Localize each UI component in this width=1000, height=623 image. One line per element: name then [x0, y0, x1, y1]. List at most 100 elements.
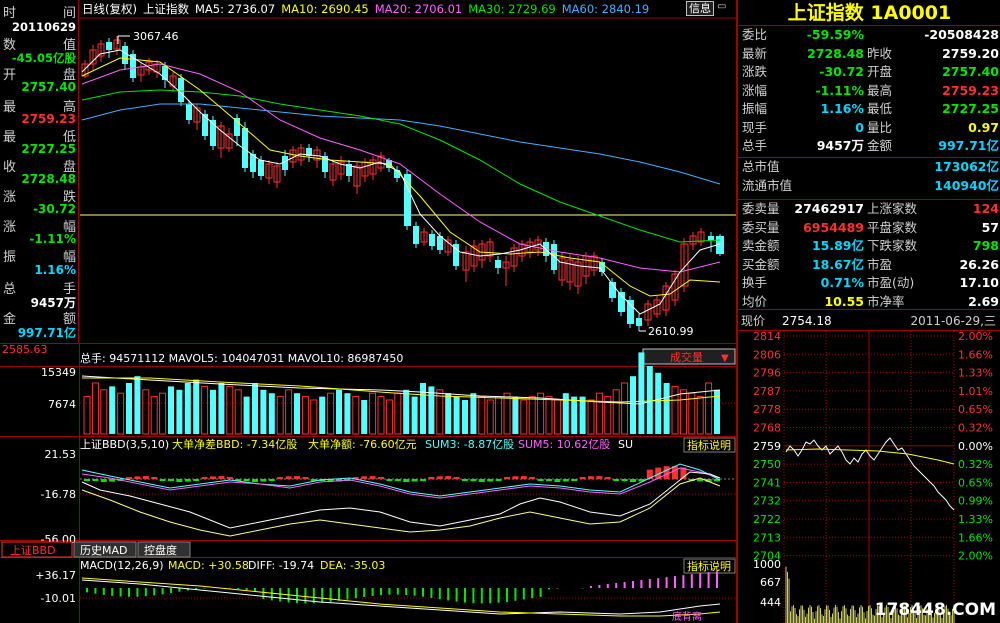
intraday-pct-tick: 1.66%: [958, 531, 993, 544]
intraday-pct-tick: 2.00%: [958, 330, 993, 343]
volume-bar: [176, 389, 183, 434]
candle: [122, 42, 128, 70]
intraday-price-tick: 2732: [753, 495, 781, 508]
volume-bar: [394, 392, 402, 435]
intraday-date: 2011-06-29,三: [910, 314, 996, 328]
quote-label: 总手: [742, 138, 768, 153]
bbd-bar: [672, 466, 678, 479]
intraday-price-tick: 2778: [753, 403, 781, 416]
macd-tick-high: +36.17: [35, 569, 76, 582]
quote-value: 173062亿: [934, 159, 999, 174]
candle: [137, 62, 145, 82]
bbd-bar: [411, 479, 418, 482]
candle: [453, 240, 459, 270]
volume-bar: [679, 389, 687, 435]
volume-bar: [134, 376, 141, 434]
volume-bar: [142, 389, 150, 435]
bbd-bar: [403, 479, 410, 482]
bbd-su: SU: [618, 438, 633, 451]
chart-area[interactable]: 3067.46 2610.99 2585.63 总手: 94571112 MAV…: [0, 0, 737, 623]
bbd-bar: [445, 476, 452, 479]
quote-label: 上涨家数: [867, 201, 918, 216]
bbd-bar: [386, 479, 393, 481]
candle: [502, 256, 510, 286]
quote-value: -30.72: [819, 64, 864, 79]
volume-bar: [327, 392, 335, 435]
high-marker-label: 3067.46: [133, 30, 179, 43]
volume-axis-top: 2585.63: [2, 343, 48, 356]
bbd-caption: 上证BBD(3,5,10) 大单净差BBD: -7.34亿股 大单净额: -76…: [80, 437, 633, 451]
volume-bar: [528, 396, 536, 435]
candle: [662, 282, 670, 316]
bbd-bar: [512, 476, 519, 479]
indicator-tabs: 上证BBD 历史MAD 控盘度: [1, 541, 191, 558]
quote-value: 2759.20: [942, 45, 999, 61]
volume-bar: [369, 392, 377, 435]
volume-bar: [126, 383, 132, 434]
bbd-bar: [193, 479, 200, 481]
volume-bar: [453, 396, 460, 434]
bbd-bar: [478, 479, 485, 482]
quote-label: 开盘: [867, 64, 893, 79]
quote-row: 委比 -59.59% -20508428: [738, 26, 1000, 45]
bbd-bar: [201, 477, 208, 479]
candle: [444, 236, 452, 256]
volume-bar: [486, 399, 494, 435]
bbd-bar: [428, 477, 435, 479]
volume-bar: [260, 389, 267, 434]
intraday-vol-tick: 667: [760, 576, 781, 589]
volume-bar: [226, 385, 234, 435]
volume-bar: [545, 396, 553, 435]
candle: [590, 252, 598, 276]
candle: [130, 50, 136, 82]
bbd-bar: [520, 476, 527, 479]
volume-bar: [630, 376, 636, 434]
bbd-bar: [571, 479, 578, 481]
volume-bar: [663, 383, 670, 434]
volume-dropdown[interactable]: 成交量 ▼: [642, 348, 736, 365]
tab-control-degree-label: 控盘度: [144, 543, 177, 557]
bbd-bar: [663, 466, 670, 479]
bbd-bar: [495, 479, 502, 481]
volume-bar: [403, 389, 410, 434]
volume-bar: [168, 386, 174, 434]
candle: [313, 146, 321, 168]
quote-label: 换手: [742, 275, 768, 290]
volume-dropdown-label: 成交量: [670, 350, 703, 364]
candle: [518, 240, 526, 262]
volume-bar: [671, 385, 679, 435]
quote-row: 总手 9457万 金额 997.71亿: [738, 137, 1000, 156]
quote-value: 0.97: [968, 119, 999, 135]
volume-caption: 总手: 94571112 MAVOL5: 104047031 MAVOL10: …: [80, 351, 403, 365]
intraday-price-tick: 2768: [753, 422, 781, 435]
bbd-bar: [369, 476, 376, 479]
bbd-tick-high: 21.53: [45, 448, 77, 461]
dropdown-arrow-icon[interactable]: ▼: [721, 353, 729, 364]
quote-label: 最高: [867, 82, 893, 98]
bbd-bar: [252, 479, 258, 482]
volume-bar: [553, 399, 561, 435]
intraday-chart[interactable]: 现价 2754.18 2011-06-29,三 2814 2.00% 2806 1.6…: [738, 310, 1000, 623]
macd-help-button[interactable]: 指标说明: [683, 558, 736, 574]
bbd-bar: [92, 479, 99, 481]
volume-bar: [243, 396, 250, 434]
volume-bar: [310, 399, 318, 435]
moving-averages: [81, 49, 721, 315]
bbd-bar: [277, 477, 284, 479]
bbd-bar: [100, 479, 107, 482]
bbd-bar: [361, 476, 368, 479]
quote-value: 2728.48: [807, 45, 864, 61]
bbd-bar: [394, 479, 401, 482]
volume-bar: [385, 399, 393, 435]
bbd-bar: [226, 477, 233, 479]
candle: [534, 236, 542, 256]
bbd-name: 上证BBD(3,5,10): [80, 438, 169, 451]
quote-label: 最低: [867, 101, 893, 116]
candle: [234, 114, 240, 146]
candle: [671, 270, 679, 306]
quote-row: 现手 0 量比 0.97: [738, 119, 1000, 138]
volume-bar: [428, 386, 435, 434]
bbd-help-button[interactable]: 指标说明: [683, 437, 736, 453]
candle: [486, 238, 494, 262]
volume-bar: [638, 352, 645, 434]
